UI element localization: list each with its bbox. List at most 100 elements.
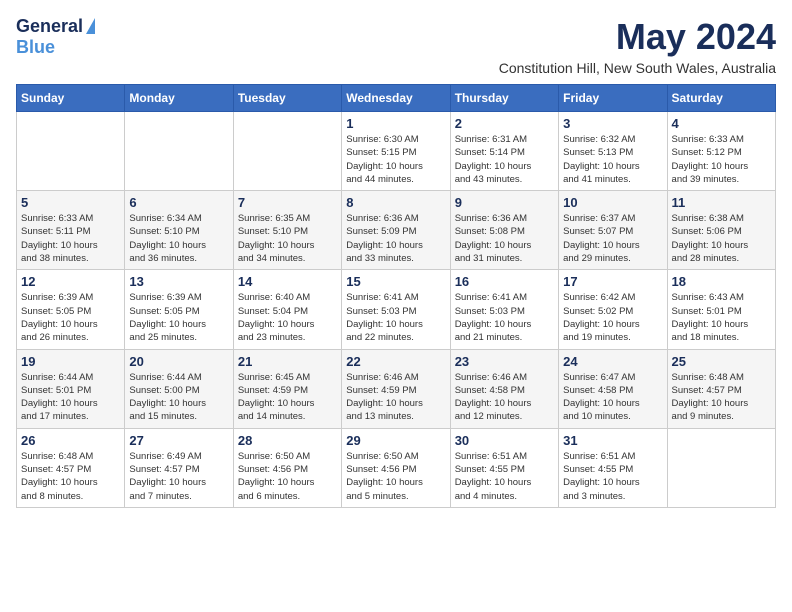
day-number: 13 (129, 274, 228, 289)
calendar-cell (125, 112, 233, 191)
day-info: Sunrise: 6:36 AM Sunset: 5:08 PM Dayligh… (455, 212, 554, 265)
day-info: Sunrise: 6:39 AM Sunset: 5:05 PM Dayligh… (129, 291, 228, 344)
day-number: 17 (563, 274, 662, 289)
calendar-week-row: 26 Sunrise: 6:48 AM Sunset: 4:57 PM Dayli… (17, 428, 776, 507)
calendar-week-row: 1Sunrise: 6:30 AM Sunset: 5:15 PM Daylig… (17, 112, 776, 191)
location: Constitution Hill, New South Wales, Aust… (499, 60, 776, 76)
calendar-week-row: 12 Sunrise: 6:39 AM Sunset: 5:05 PM Dayli… (17, 270, 776, 349)
day-number: 2 (455, 116, 554, 131)
day-number: 29 (346, 433, 445, 448)
day-number: 26 (21, 433, 120, 448)
day-number: 21 (238, 354, 337, 369)
day-number: 3 (563, 116, 662, 131)
calendar-week-row: 19 Sunrise: 6:44 AM Sunset: 5:01 PM Dayli… (17, 349, 776, 428)
month-title: May 2024 (499, 16, 776, 58)
day-info: Sunrise: 6:35 AM Sunset: 5:10 PM Dayligh… (238, 212, 337, 265)
day-info: Sunrise: 6:46 AM Sunset: 4:59 PM Dayligh… (346, 371, 445, 424)
day-number: 18 (672, 274, 771, 289)
day-info: Sunrise: 6:32 AM Sunset: 5:13 PM Dayligh… (563, 133, 662, 186)
calendar-cell (17, 112, 125, 191)
calendar-cell: 20 Sunrise: 6:44 AM Sunset: 5:00 PM Dayli… (125, 349, 233, 428)
page-header: General Blue May 2024 Constitution Hill,… (16, 16, 776, 76)
calendar-cell (233, 112, 341, 191)
calendar-cell: 31 Sunrise: 6:51 AM Sunset: 4:55 PM Dayli… (559, 428, 667, 507)
header-monday: Monday (125, 85, 233, 112)
day-info: Sunrise: 6:43 AM Sunset: 5:01 PM Dayligh… (672, 291, 771, 344)
day-info: Sunrise: 6:48 AM Sunset: 4:57 PM Dayligh… (21, 450, 120, 503)
calendar-cell: 27Sunrise: 6:49 AM Sunset: 4:57 PM Dayli… (125, 428, 233, 507)
day-info: Sunrise: 6:41 AM Sunset: 5:03 PM Dayligh… (455, 291, 554, 344)
calendar-cell: 19 Sunrise: 6:44 AM Sunset: 5:01 PM Dayli… (17, 349, 125, 428)
day-number: 8 (346, 195, 445, 210)
logo: General Blue (16, 16, 95, 58)
calendar-cell: 25 Sunrise: 6:48 AM Sunset: 4:57 PM Dayli… (667, 349, 775, 428)
calendar-cell: 29 Sunrise: 6:50 AM Sunset: 4:56 PM Dayli… (342, 428, 450, 507)
calendar-cell: 9Sunrise: 6:36 AM Sunset: 5:08 PM Daylig… (450, 191, 558, 270)
calendar-cell: 6 Sunrise: 6:34 AM Sunset: 5:10 PM Daylig… (125, 191, 233, 270)
calendar-cell: 11 Sunrise: 6:38 AM Sunset: 5:06 PM Dayli… (667, 191, 775, 270)
calendar-cell: 18 Sunrise: 6:43 AM Sunset: 5:01 PM Dayli… (667, 270, 775, 349)
day-number: 25 (672, 354, 771, 369)
day-number: 23 (455, 354, 554, 369)
calendar-cell: 5 Sunrise: 6:33 AM Sunset: 5:11 PM Daylig… (17, 191, 125, 270)
header-sunday: Sunday (17, 85, 125, 112)
day-number: 5 (21, 195, 120, 210)
day-number: 6 (129, 195, 228, 210)
calendar-cell: 16 Sunrise: 6:41 AM Sunset: 5:03 PM Dayli… (450, 270, 558, 349)
day-info: Sunrise: 6:33 AM Sunset: 5:12 PM Dayligh… (672, 133, 771, 186)
day-info: Sunrise: 6:46 AM Sunset: 4:58 PM Dayligh… (455, 371, 554, 424)
calendar-cell: 28 Sunrise: 6:50 AM Sunset: 4:56 PM Dayli… (233, 428, 341, 507)
logo-blue: Blue (16, 37, 55, 57)
day-info: Sunrise: 6:50 AM Sunset: 4:56 PM Dayligh… (346, 450, 445, 503)
day-info: Sunrise: 6:49 AM Sunset: 4:57 PM Dayligh… (129, 450, 228, 503)
day-info: Sunrise: 6:38 AM Sunset: 5:06 PM Dayligh… (672, 212, 771, 265)
day-info: Sunrise: 6:44 AM Sunset: 5:00 PM Dayligh… (129, 371, 228, 424)
logo-general: General (16, 16, 83, 37)
day-info: Sunrise: 6:42 AM Sunset: 5:02 PM Dayligh… (563, 291, 662, 344)
calendar-cell: 24Sunrise: 6:47 AM Sunset: 4:58 PM Dayli… (559, 349, 667, 428)
day-number: 12 (21, 274, 120, 289)
calendar: SundayMondayTuesdayWednesdayThursdayFrid… (16, 84, 776, 508)
calendar-cell: 22 Sunrise: 6:46 AM Sunset: 4:59 PM Dayli… (342, 349, 450, 428)
day-number: 28 (238, 433, 337, 448)
header-saturday: Saturday (667, 85, 775, 112)
day-info: Sunrise: 6:51 AM Sunset: 4:55 PM Dayligh… (563, 450, 662, 503)
calendar-cell: 12 Sunrise: 6:39 AM Sunset: 5:05 PM Dayli… (17, 270, 125, 349)
day-number: 22 (346, 354, 445, 369)
day-info: Sunrise: 6:34 AM Sunset: 5:10 PM Dayligh… (129, 212, 228, 265)
calendar-cell: 17 Sunrise: 6:42 AM Sunset: 5:02 PM Dayli… (559, 270, 667, 349)
day-info: Sunrise: 6:41 AM Sunset: 5:03 PM Dayligh… (346, 291, 445, 344)
day-info: Sunrise: 6:51 AM Sunset: 4:55 PM Dayligh… (455, 450, 554, 503)
day-info: Sunrise: 6:36 AM Sunset: 5:09 PM Dayligh… (346, 212, 445, 265)
calendar-cell: 14 Sunrise: 6:40 AM Sunset: 5:04 PM Dayli… (233, 270, 341, 349)
day-number: 24 (563, 354, 662, 369)
calendar-cell: 15Sunrise: 6:41 AM Sunset: 5:03 PM Dayli… (342, 270, 450, 349)
calendar-cell: 21Sunrise: 6:45 AM Sunset: 4:59 PM Dayli… (233, 349, 341, 428)
calendar-cell: 3 Sunrise: 6:32 AM Sunset: 5:13 PM Daylig… (559, 112, 667, 191)
calendar-cell: 1Sunrise: 6:30 AM Sunset: 5:15 PM Daylig… (342, 112, 450, 191)
day-info: Sunrise: 6:37 AM Sunset: 5:07 PM Dayligh… (563, 212, 662, 265)
calendar-cell (667, 428, 775, 507)
day-info: Sunrise: 6:40 AM Sunset: 5:04 PM Dayligh… (238, 291, 337, 344)
day-number: 16 (455, 274, 554, 289)
calendar-cell: 8 Sunrise: 6:36 AM Sunset: 5:09 PM Daylig… (342, 191, 450, 270)
day-info: Sunrise: 6:50 AM Sunset: 4:56 PM Dayligh… (238, 450, 337, 503)
header-friday: Friday (559, 85, 667, 112)
day-number: 14 (238, 274, 337, 289)
day-number: 19 (21, 354, 120, 369)
day-number: 31 (563, 433, 662, 448)
header-wednesday: Wednesday (342, 85, 450, 112)
day-number: 10 (563, 195, 662, 210)
day-info: Sunrise: 6:48 AM Sunset: 4:57 PM Dayligh… (672, 371, 771, 424)
calendar-week-row: 5 Sunrise: 6:33 AM Sunset: 5:11 PM Daylig… (17, 191, 776, 270)
day-number: 20 (129, 354, 228, 369)
calendar-cell: 2Sunrise: 6:31 AM Sunset: 5:14 PM Daylig… (450, 112, 558, 191)
day-info: Sunrise: 6:39 AM Sunset: 5:05 PM Dayligh… (21, 291, 120, 344)
day-number: 11 (672, 195, 771, 210)
day-info: Sunrise: 6:33 AM Sunset: 5:11 PM Dayligh… (21, 212, 120, 265)
header-thursday: Thursday (450, 85, 558, 112)
day-info: Sunrise: 6:44 AM Sunset: 5:01 PM Dayligh… (21, 371, 120, 424)
calendar-cell: 26 Sunrise: 6:48 AM Sunset: 4:57 PM Dayli… (17, 428, 125, 507)
header-tuesday: Tuesday (233, 85, 341, 112)
day-number: 30 (455, 433, 554, 448)
